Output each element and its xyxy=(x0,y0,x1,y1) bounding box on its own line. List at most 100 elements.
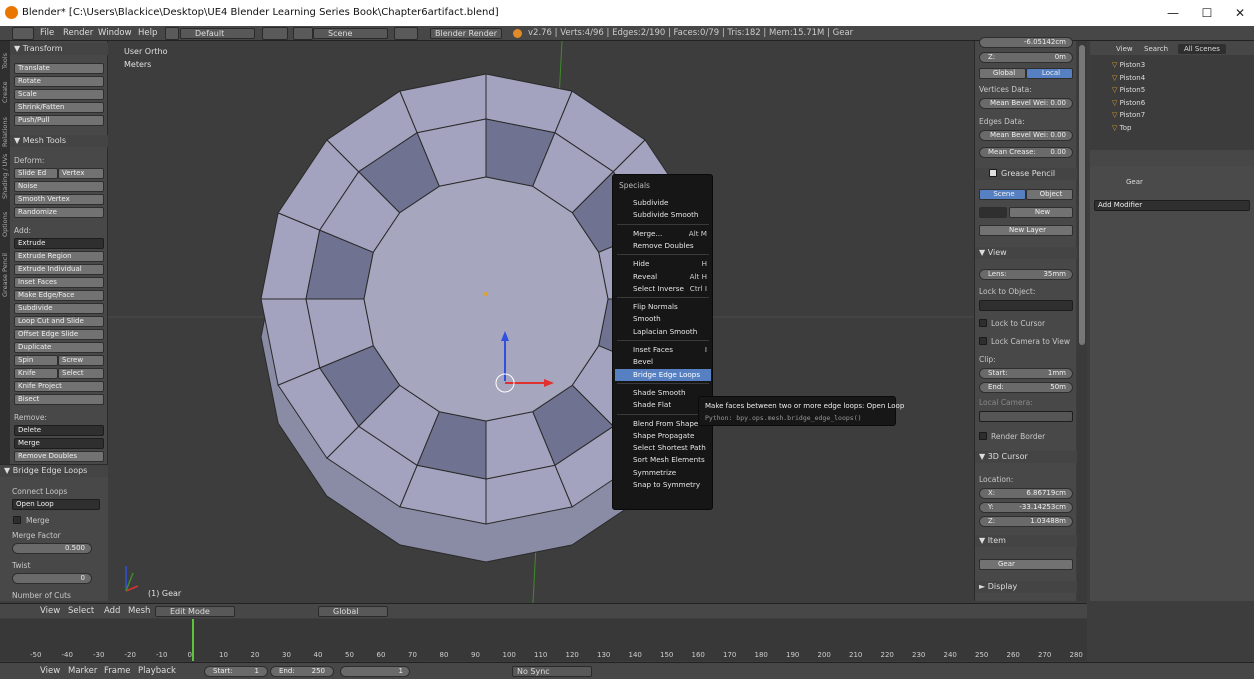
start-frame-field[interactable]: Start: 1 xyxy=(204,666,268,677)
cursor-x-field[interactable]: X: 6.86719cm xyxy=(979,488,1073,499)
add-modifier-dropdown[interactable]: Add Modifier xyxy=(1094,200,1250,211)
knife-button[interactable]: Knife xyxy=(14,368,58,379)
menu-item-snap-to-symmetry[interactable]: Snap to Symmetry xyxy=(615,479,711,491)
gp-browse-icon[interactable] xyxy=(979,207,1007,218)
tab-tools[interactable]: Tools xyxy=(1,45,10,69)
menu-item-symmetrize[interactable]: Symmetrize xyxy=(615,467,711,479)
slide-vertex-button[interactable]: Vertex xyxy=(58,168,104,179)
slide-edge-button[interactable]: Slide Ed xyxy=(14,168,58,179)
properties-scrollbar[interactable] xyxy=(1077,41,1087,601)
scrollbar-thumb[interactable] xyxy=(1079,45,1085,345)
outliner-item[interactable]: ▽ Piston6 xyxy=(1112,99,1145,107)
merge-checkbox[interactable] xyxy=(13,516,21,524)
mean-bevel-edge-field[interactable]: Mean Bevel Wei: 0.00 xyxy=(979,130,1073,141)
gp-new-button[interactable]: New xyxy=(1009,207,1073,218)
extrude-region-button[interactable]: Extrude Region xyxy=(14,251,104,262)
bridge-edge-loops-header[interactable]: ▼ Bridge Edge Loops xyxy=(0,465,108,477)
sync-mode-select[interactable]: No Sync xyxy=(512,666,592,677)
scene-field[interactable]: Scene xyxy=(313,28,388,39)
end-frame-field[interactable]: End: 250 xyxy=(270,666,334,677)
menu-item-select-inverse[interactable]: Select Inverse Ctrl I xyxy=(615,283,711,295)
menu-item-blend-from-shape[interactable]: Blend From Shape xyxy=(615,418,711,430)
smooth-vertex-button[interactable]: Smooth Vertex xyxy=(14,194,104,205)
rotate-button[interactable]: Rotate xyxy=(14,76,104,87)
layout-field[interactable]: Default xyxy=(180,28,255,39)
menu-item-reveal[interactable]: Reveal Alt H xyxy=(615,271,711,283)
render-engine-select[interactable]: Blender Render xyxy=(430,28,502,39)
tab-create[interactable]: Create xyxy=(1,73,10,103)
outliner-all-scenes-select[interactable]: All Scenes xyxy=(1178,44,1226,54)
knife-project-button[interactable]: Knife Project xyxy=(14,381,104,392)
tab-relations[interactable]: Relations xyxy=(1,107,10,147)
menu-item-bevel[interactable]: Bevel xyxy=(615,356,711,368)
menu-item-smooth[interactable]: Smooth xyxy=(615,313,711,325)
menu-item-flip-normals[interactable]: Flip Normals xyxy=(615,301,711,313)
spin-button[interactable]: Spin xyxy=(14,355,58,366)
outliner-item[interactable]: ▽ Top xyxy=(1112,124,1131,132)
outliner-item[interactable]: ▽ Piston7 xyxy=(1112,111,1145,119)
maximize-button[interactable]: ☐ xyxy=(1189,4,1225,22)
knife-select-button[interactable]: Select xyxy=(58,368,104,379)
menu-render[interactable]: Render xyxy=(63,28,93,38)
merge-dropdown[interactable]: Merge xyxy=(14,438,104,449)
layout-icon[interactable] xyxy=(165,27,179,40)
current-frame-field[interactable]: 1 xyxy=(340,666,410,677)
y-location-field[interactable]: -6.05142cm xyxy=(979,37,1073,48)
shrink-fatten-button[interactable]: Shrink/Fatten xyxy=(14,102,104,113)
view-menu[interactable]: View xyxy=(40,606,60,616)
mode-select[interactable]: Edit Mode xyxy=(155,606,235,617)
scale-button[interactable]: Scale xyxy=(14,89,104,100)
cursor-y-field[interactable]: Y: -33.14253cm xyxy=(979,502,1073,513)
lock-cursor-checkbox[interactable] xyxy=(979,319,987,327)
menu-item-bridge-edge-loops[interactable]: Bridge Edge Loops xyxy=(615,368,711,381)
remove-doubles-button[interactable]: Remove Doubles xyxy=(14,451,104,462)
menu-help[interactable]: Help xyxy=(138,28,157,38)
layout-add-remove-icon[interactable] xyxy=(262,27,288,40)
timeline-marker-menu[interactable]: Marker xyxy=(68,666,97,676)
mean-bevel-vertex-field[interactable]: Mean Bevel Wei: 0.00 xyxy=(979,98,1073,109)
orientation-select[interactable]: Global xyxy=(318,606,388,617)
gp-object-toggle[interactable]: Object xyxy=(1026,189,1073,200)
timeline-playback-menu[interactable]: Playback xyxy=(138,666,176,676)
inset-faces-button[interactable]: Inset Faces xyxy=(14,277,104,288)
push-pull-button[interactable]: Push/Pull xyxy=(14,115,104,126)
tab-grease-pencil[interactable]: Grease Pencil xyxy=(1,241,10,297)
transform-panel-header[interactable]: ▼ Transform xyxy=(10,43,108,55)
delete-dropdown[interactable]: Delete xyxy=(14,425,104,436)
twist-field[interactable]: 0 xyxy=(12,573,92,584)
outliner-search-menu[interactable]: Search xyxy=(1144,45,1168,53)
menu-window[interactable]: Window xyxy=(98,28,132,38)
add-menu[interactable]: Add xyxy=(104,606,120,616)
menu-item-remove-doubles[interactable]: Remove Doubles xyxy=(615,240,711,252)
menu-item-select-shortest-path[interactable]: Select Shortest Path xyxy=(615,442,711,454)
noise-button[interactable]: Noise xyxy=(14,181,104,192)
item-panel-header[interactable]: ▼ Item xyxy=(975,535,1077,547)
merge-factor-field[interactable]: 0.500 xyxy=(12,543,92,554)
timeline-view-menu[interactable]: View xyxy=(40,666,60,676)
mesh-menu[interactable]: Mesh xyxy=(128,606,150,616)
timeline-frame-menu[interactable]: Frame xyxy=(104,666,130,676)
menu-item-hide[interactable]: Hide H xyxy=(615,258,711,270)
lock-object-field[interactable] xyxy=(979,300,1073,311)
new-layer-button[interactable]: New Layer xyxy=(979,225,1073,236)
select-menu[interactable]: Select xyxy=(68,606,94,616)
offset-edge-slide-button[interactable]: Offset Edge Slide xyxy=(14,329,104,340)
local-toggle[interactable]: Local xyxy=(1026,68,1073,79)
3d-cursor-header[interactable]: ▼ 3D Cursor xyxy=(975,451,1077,463)
item-name-field[interactable]: Gear xyxy=(979,559,1073,570)
extrude-dropdown[interactable]: Extrude xyxy=(14,238,104,249)
render-border-checkbox[interactable] xyxy=(979,432,987,440)
current-frame-indicator[interactable] xyxy=(192,619,194,661)
grease-pencil-checkbox[interactable] xyxy=(989,169,997,177)
menu-item-shade-smooth[interactable]: Shade Smooth xyxy=(615,387,711,399)
loop-cut-button[interactable]: Loop Cut and Slide xyxy=(14,316,104,327)
3d-viewport[interactable]: User Ortho Meters (1) Gear xyxy=(108,41,974,603)
grease-pencil-header[interactable]: Grease Pencil xyxy=(975,168,1077,180)
duplicate-button[interactable]: Duplicate xyxy=(14,342,104,353)
specials-menu[interactable]: Specials Subdivide Subdivide Smooth Merge.… xyxy=(612,174,713,510)
view-panel-header[interactable]: ▼ View xyxy=(975,247,1077,259)
menu-item-shape-propagate[interactable]: Shape Propagate xyxy=(615,430,711,442)
outliner-item[interactable]: ▽ Piston4 xyxy=(1112,74,1145,82)
menu-item-merge[interactable]: Merge... Alt M xyxy=(615,228,711,240)
clip-start-field[interactable]: Start: 1mm xyxy=(979,368,1073,379)
